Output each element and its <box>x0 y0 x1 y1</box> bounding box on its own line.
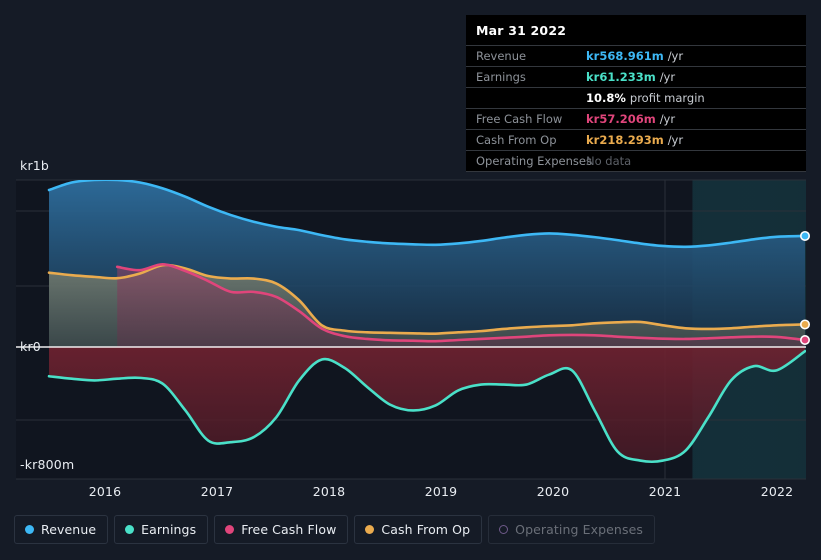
legend-item-operating-expenses[interactable]: Operating Expenses <box>488 515 655 544</box>
tooltip-row: Cash From Op kr218.293m/yr <box>466 129 806 150</box>
x-axis-tick-label: 2018 <box>312 484 346 499</box>
tooltip-row-label: Earnings <box>476 70 526 84</box>
tooltip-rows: Revenue kr568.961m/yr Earnings kr61.233m/yr… <box>466 45 806 172</box>
legend-swatch-icon <box>25 525 34 534</box>
legend-swatch-icon <box>225 525 235 534</box>
tooltip-row: 10.8% profit margin <box>466 87 806 108</box>
x-axis-tick-label: 2021 <box>648 484 682 499</box>
tooltip-row-value: No data <box>586 154 632 168</box>
tooltip-row-value: kr61.233m <box>586 70 656 84</box>
tooltip-row-label: Free Cash Flow <box>476 112 563 126</box>
tooltip-row-unit: profit margin <box>629 91 705 105</box>
legend-item-label: Operating Expenses <box>515 522 643 537</box>
y-axis-tick-label: kr1b <box>20 158 50 173</box>
tooltip-row-label: Cash From Op <box>476 133 557 147</box>
x-axis-tick-label: 2019 <box>424 484 458 499</box>
legend-item-earnings[interactable]: Earnings <box>114 515 209 544</box>
financial-chart-screen: kr1b kr0 -kr800m 2016 2017 2018 2019 2020 2021 2… <box>0 0 821 560</box>
legend-swatch-icon <box>125 525 135 534</box>
x-axis-tick-label: 2016 <box>88 484 122 499</box>
tooltip-row-value: 10.8% <box>586 91 626 105</box>
x-axis-tick-label: 2020 <box>536 484 570 499</box>
tooltip-row: Free Cash Flow kr57.206m/yr <box>466 108 806 129</box>
tooltip-date: Mar 31 2022 <box>476 23 567 38</box>
legend-item-label: Revenue <box>41 522 97 537</box>
cash-from-op-endpoint-dot <box>799 319 810 330</box>
tooltip-row-value: kr57.206m <box>586 112 656 126</box>
legend-item-label: Earnings <box>141 522 197 537</box>
tooltip-row-unit: /yr <box>667 133 684 147</box>
tooltip-row: Revenue kr568.961m/yr <box>466 45 806 66</box>
legend-item-cash-from-op[interactable]: Cash From Op <box>354 515 483 544</box>
legend-swatch-icon <box>365 525 375 534</box>
free-cash-flow-endpoint-dot <box>799 334 810 345</box>
tooltip-row-unit: /yr <box>659 70 676 84</box>
legend-item-revenue[interactable]: Revenue <box>14 515 109 544</box>
x-axis-tick-label: 2017 <box>200 484 234 499</box>
chart-legend: Revenue Earnings Free Cash Flow Cash From O… <box>14 515 655 544</box>
tooltip-row: Operating Expenses No data <box>466 150 806 172</box>
y-axis-tick-label: -kr800m <box>20 457 75 472</box>
y-axis-tick-label: kr0 <box>20 339 41 354</box>
revenue-endpoint-dot <box>799 230 810 241</box>
legend-swatch-icon <box>499 525 509 534</box>
tooltip-row-unit: /yr <box>659 112 676 126</box>
tooltip-row-label: Operating Expenses <box>476 154 592 168</box>
legend-item-free-cash-flow[interactable]: Free Cash Flow <box>214 515 349 544</box>
tooltip-row-value: kr568.961m <box>586 49 664 63</box>
tooltip-row-unit: /yr <box>667 49 684 63</box>
chart-tooltip: Mar 31 2022 Revenue kr568.961m/yr Earnings… <box>466 15 806 172</box>
tooltip-row: Earnings kr61.233m/yr <box>466 66 806 87</box>
legend-item-label: Free Cash Flow <box>241 522 337 537</box>
tooltip-row-value: kr218.293m <box>586 133 664 147</box>
legend-item-label: Cash From Op <box>381 522 471 537</box>
tooltip-row-label: Revenue <box>476 49 527 63</box>
x-axis-tick-label: 2022 <box>760 484 794 499</box>
